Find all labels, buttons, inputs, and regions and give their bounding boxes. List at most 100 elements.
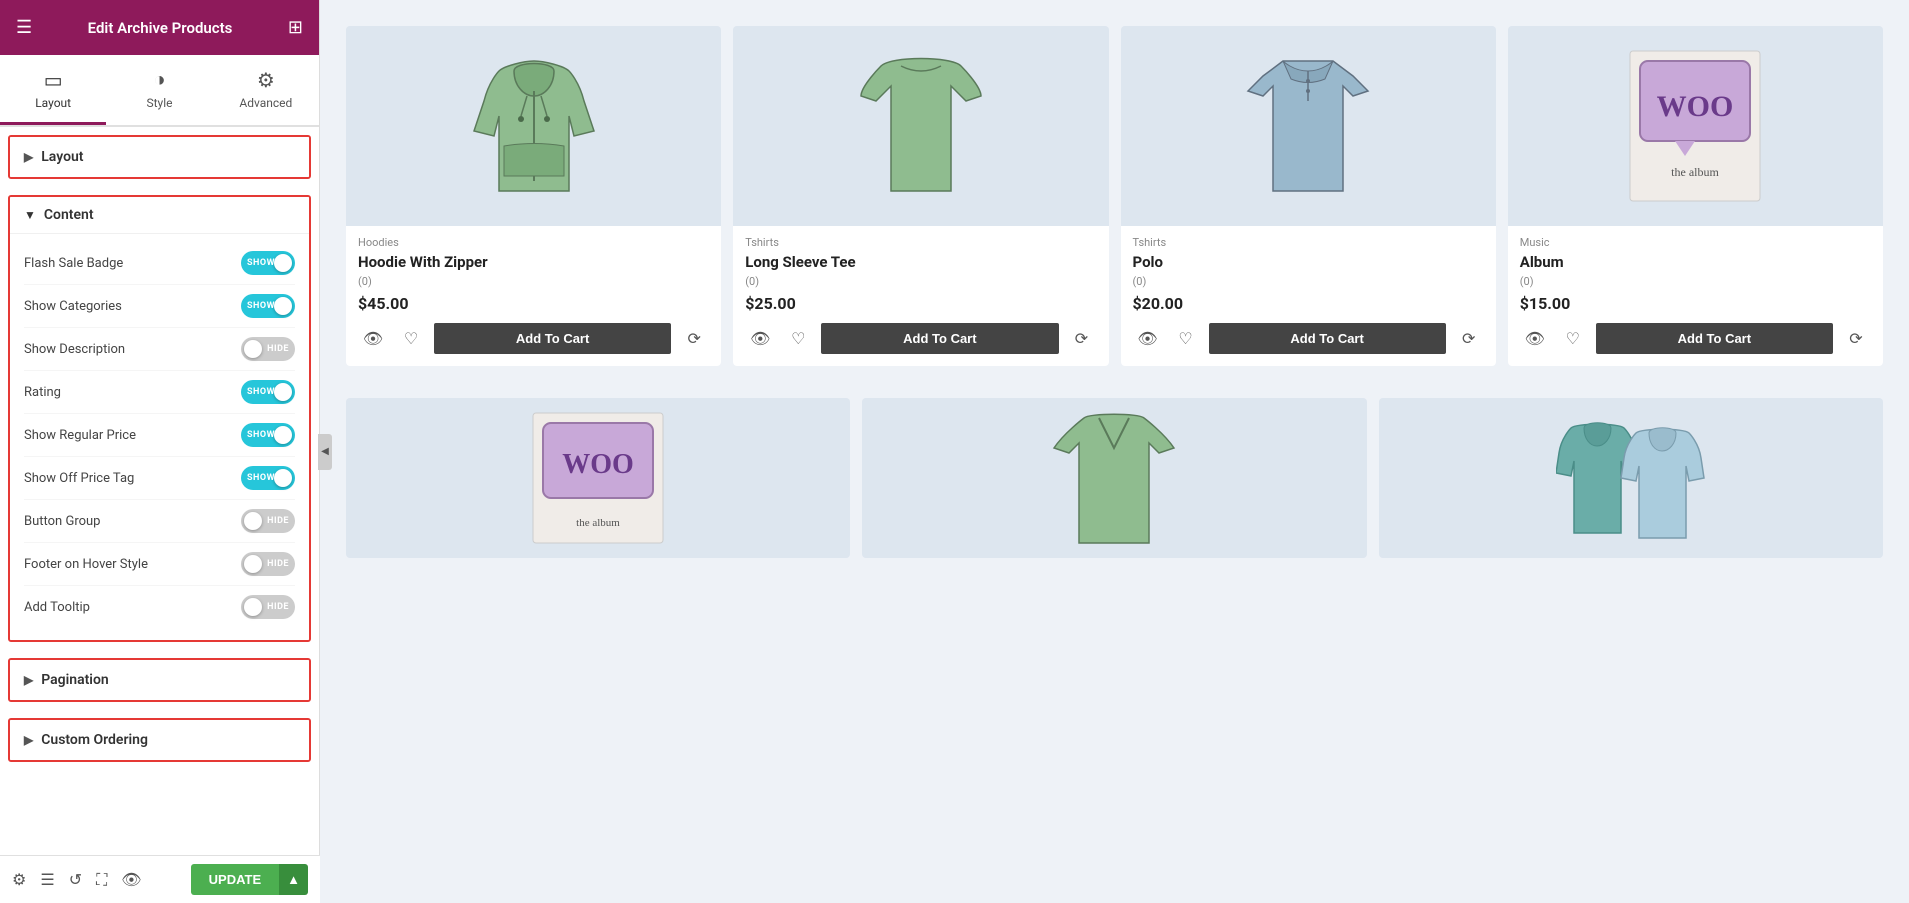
sidebar: ☰ Edit Archive Products ⊞ ▭ Layout ◑ Sty… [0,0,320,903]
tabs-row: ▭ Layout ◑ Style ⚙ Advanced [0,55,319,127]
responsive-icon[interactable]: ⛶ [96,870,107,890]
sidebar-title: Edit Archive Products [88,19,233,37]
content-section-body: Flash Sale Badge SHOW Show Categories SH… [10,234,309,640]
svg-text:WOO: WOO [562,449,634,480]
content-section-label: Content [44,207,94,223]
custom-ordering-header[interactable]: ▶ Custom Ordering [10,720,309,760]
woo-svg: WOO the album [1620,41,1770,211]
wishlist-icon[interactable]: ♡ [1558,324,1588,354]
product-actions: 👁 ♡ Add To Cart ⟳ [1520,323,1871,354]
show-off-price-toggle[interactable]: SHOW [241,466,295,490]
bottom-toolbar: ⚙ ☰ ↺ ⛶ 👁 UPDATE ▲ [0,855,320,903]
view-icon[interactable]: 👁 [1520,324,1550,354]
settings-icon[interactable]: ⚙ [12,870,26,889]
product-card-hoodie-zipper: Hoodies Hoodie With Zipper (0) $45.00 👁 … [346,26,721,366]
footer-hover-toggle-label: HIDE [267,559,289,569]
wishlist-icon[interactable]: ♡ [1171,324,1201,354]
product-card-tshirt2 [862,398,1366,558]
add-tooltip-toggle[interactable]: HIDE [241,595,295,619]
layers-icon[interactable]: ☰ [40,870,54,889]
compare-icon[interactable]: ⟳ [679,324,709,354]
svg-text:WOO: WOO [1657,90,1734,123]
view-icon[interactable]: 👁 [1133,324,1163,354]
product-image-longsleeve [733,26,1108,226]
product-card-hoodies2 [1379,398,1883,558]
product-image-polo [1121,26,1496,226]
show-categories-knob [274,297,292,315]
footer-hover-toggle[interactable]: HIDE [241,552,295,576]
tab-advanced[interactable]: ⚙ Advanced [213,55,319,125]
flash-sale-label: Flash Sale Badge [24,256,123,271]
add-to-cart-button[interactable]: Add To Cart [821,323,1058,354]
rating-toggle-label: SHOW [247,387,275,397]
compare-icon[interactable]: ⟳ [1067,324,1097,354]
show-description-label: Show Description [24,342,125,357]
pagination-section-label: Pagination [41,672,108,688]
hamburger-icon[interactable]: ☰ [16,17,32,38]
style-icon: ◑ [153,67,165,92]
product-price: $25.00 [745,294,1096,313]
product-price: $20.00 [1133,294,1484,313]
main-content: ◀ [320,0,1909,903]
show-description-toggle[interactable]: HIDE [241,337,295,361]
product-actions: 👁 ♡ Add To Cart ⟳ [1133,323,1484,354]
view-icon[interactable]: 👁 [745,324,775,354]
rating-toggle[interactable]: SHOW [241,380,295,404]
wishlist-icon[interactable]: ♡ [396,324,426,354]
compare-icon[interactable]: ⟳ [1454,324,1484,354]
product-image-woo2: WOO the album [346,398,850,558]
add-to-cart-button[interactable]: Add To Cart [1209,323,1446,354]
show-regular-price-toggle[interactable]: SHOW [241,423,295,447]
hoodie-svg [469,41,599,211]
regular-price-toggle-label: SHOW [247,430,275,440]
product-category: Tshirts [1133,236,1484,249]
product-image-hoodies2 [1379,398,1883,558]
product-info-album: Music Album (0) $15.00 👁 ♡ Add To Cart ⟳ [1508,226,1883,366]
collapse-icon: ◀ [321,446,329,457]
product-info-hoodie-zipper: Hoodies Hoodie With Zipper (0) $45.00 👁 … [346,226,721,366]
rating-knob [274,383,292,401]
show-categories-label: Show Categories [24,299,122,314]
pagination-section: ▶ Pagination [8,658,311,702]
product-card-long-sleeve: Tshirts Long Sleeve Tee (0) $25.00 👁 ♡ A… [733,26,1108,366]
footer-hover-label: Footer on Hover Style [24,557,148,572]
flash-sale-toggle-label: SHOW [247,258,275,268]
preview-icon[interactable]: 👁 [121,870,141,889]
product-actions: 👁 ♡ Add To Cart ⟳ [358,323,709,354]
history-icon[interactable]: ↺ [69,870,82,889]
add-tooltip-label: Add Tooltip [24,600,90,615]
tab-layout-label: Layout [35,96,71,110]
footer-hover-knob [244,555,262,573]
custom-ordering-label: Custom Ordering [41,732,148,748]
add-to-cart-button[interactable]: Add To Cart [1596,323,1833,354]
compare-icon[interactable]: ⟳ [1841,324,1871,354]
grid-icon[interactable]: ⊞ [288,17,303,38]
product-rating: (0) [1520,275,1871,288]
collapse-arrow[interactable]: ◀ [320,434,332,470]
toggle-row-regular-price: Show Regular Price SHOW [24,414,295,457]
button-group-toggle[interactable]: HIDE [241,509,295,533]
pagination-section-header[interactable]: ▶ Pagination [10,660,309,700]
view-icon[interactable]: 👁 [358,324,388,354]
flash-sale-toggle[interactable]: SHOW [241,251,295,275]
layout-section-header[interactable]: ▶ Layout [10,137,309,177]
tab-layout[interactable]: ▭ Layout [0,55,106,125]
product-card-woo2: WOO the album [346,398,850,558]
toggle-row-categories: Show Categories SHOW [24,285,295,328]
tab-style[interactable]: ◑ Style [106,55,212,125]
layout-section-label: Layout [41,149,83,165]
update-button[interactable]: UPDATE [191,864,279,895]
add-to-cart-button[interactable]: Add To Cart [434,323,671,354]
bottom-toolbar-left: ⚙ ☰ ↺ ⛶ 👁 [12,870,142,890]
update-dropdown-button[interactable]: ▲ [279,864,308,895]
sidebar-header: ☰ Edit Archive Products ⊞ [0,0,319,55]
show-categories-toggle-label: SHOW [247,301,275,311]
product-category: Hoodies [358,236,709,249]
products-grid: Hoodies Hoodie With Zipper (0) $45.00 👁 … [320,0,1909,392]
button-group-label: Button Group [24,514,100,529]
show-regular-price-label: Show Regular Price [24,428,136,443]
product-info-polo: Tshirts Polo (0) $20.00 👁 ♡ Add To Cart … [1121,226,1496,366]
content-section-header[interactable]: ▼ Content [10,197,309,234]
show-categories-toggle[interactable]: SHOW [241,294,295,318]
wishlist-icon[interactable]: ♡ [783,324,813,354]
